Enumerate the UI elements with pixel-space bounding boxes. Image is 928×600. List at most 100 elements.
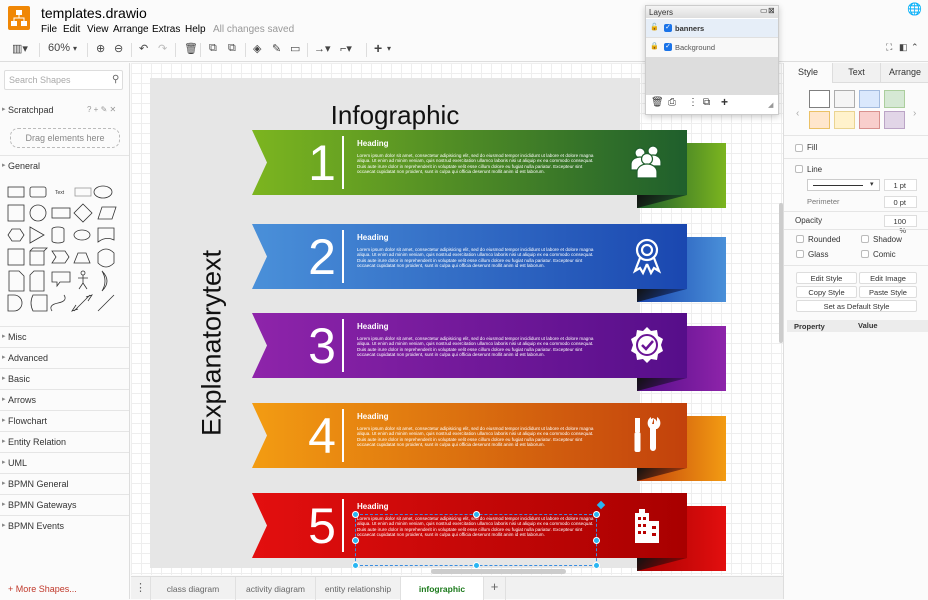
banner-heading[interactable]: Heading bbox=[357, 502, 389, 511]
banner-text[interactable]: Lorem ipsum dolor sit amet, consectetur … bbox=[357, 336, 597, 358]
banner-body[interactable]: 4 Heading Lorem ipsum dolor sit amet, cons… bbox=[252, 403, 687, 468]
sidebar-section-bpmn-events[interactable]: BPMN Events bbox=[0, 515, 129, 536]
format-panel-toggle-icon[interactable]: ▥▾ bbox=[12, 42, 28, 55]
shadow-checkbox[interactable] bbox=[861, 235, 869, 243]
rounded-checkbox[interactable] bbox=[796, 235, 804, 243]
to-front-icon[interactable]: ⧉ bbox=[209, 42, 217, 55]
color-swatch[interactable] bbox=[809, 90, 830, 108]
sidebar-section-uml[interactable]: UML bbox=[0, 452, 129, 473]
delete-layer-icon[interactable]: 🗑 bbox=[651, 97, 664, 108]
banner-body[interactable]: 1 Heading Lorem ipsum dolor sit amet, cons… bbox=[252, 130, 687, 195]
add-layer-icon[interactable]: + bbox=[721, 95, 728, 109]
resize-handle[interactable] bbox=[593, 511, 600, 518]
shadow-icon[interactable]: ▭ bbox=[290, 42, 300, 55]
insert-plus-icon[interactable]: + bbox=[374, 40, 382, 56]
collapse-icon[interactable]: ⌃ bbox=[911, 42, 919, 53]
scratchpad-drop-zone[interactable]: Drag elements here bbox=[10, 128, 120, 148]
delete-icon[interactable]: 🗑 bbox=[184, 42, 198, 55]
redo-icon[interactable]: ↷ bbox=[158, 42, 167, 55]
move-selection-icon[interactable]: ⎙ bbox=[668, 97, 676, 108]
fill-color-icon[interactable]: ◈ bbox=[253, 42, 261, 55]
menu-file[interactable]: File bbox=[41, 24, 57, 35]
tab-text[interactable]: Text bbox=[833, 63, 881, 83]
explanatory-text[interactable]: Explanatorytext bbox=[197, 250, 228, 436]
banner-body[interactable]: 2 Heading Lorem ipsum dolor sit amet, cons… bbox=[252, 224, 687, 289]
search-shapes-input[interactable]: Search Shapes bbox=[4, 70, 123, 90]
selection-box[interactable] bbox=[352, 500, 606, 569]
infographic-title[interactable]: Infographic bbox=[150, 100, 640, 131]
unlock-icon[interactable]: 🔓 bbox=[650, 23, 659, 31]
tab-arrange[interactable]: Arrange bbox=[881, 63, 928, 83]
color-swatch[interactable] bbox=[834, 111, 855, 129]
color-swatch[interactable] bbox=[809, 111, 830, 129]
glass-checkbox[interactable] bbox=[796, 250, 804, 258]
banner-body[interactable]: 3 Heading Lorem ipsum dolor sit amet, cons… bbox=[252, 313, 687, 378]
banner-4[interactable]: 4 Heading Lorem ipsum dolor sit amet, cons… bbox=[252, 403, 732, 481]
layer-row-banners[interactable]: 🔓 ✓ banners bbox=[646, 19, 778, 38]
banner-1[interactable]: 1 Heading Lorem ipsum dolor sit amet, cons… bbox=[252, 130, 732, 208]
perimeter-input[interactable]: 0 pt bbox=[884, 196, 917, 208]
banner-heading[interactable]: Heading bbox=[357, 412, 389, 421]
color-swatch[interactable] bbox=[834, 90, 855, 108]
menu-edit[interactable]: Edit bbox=[63, 24, 80, 35]
visible-checkbox[interactable]: ✓ bbox=[664, 43, 672, 51]
color-swatch[interactable] bbox=[884, 90, 905, 108]
color-swatch[interactable] bbox=[859, 90, 880, 108]
sidebar-section-arrows[interactable]: Arrows bbox=[0, 389, 129, 410]
comic-checkbox[interactable] bbox=[861, 250, 869, 258]
chevron-left-icon[interactable]: ‹ bbox=[796, 108, 799, 119]
menu-extras[interactable]: Extras bbox=[152, 24, 180, 35]
resize-handle[interactable] bbox=[593, 537, 600, 544]
fullscreen-icon[interactable]: ⛶ bbox=[886, 42, 892, 53]
menu-help[interactable]: Help bbox=[185, 24, 206, 35]
search-icon[interactable]: ⚲ bbox=[112, 74, 119, 85]
sidebar-section-misc[interactable]: Misc bbox=[0, 326, 129, 347]
banner-text[interactable]: Lorem ipsum dolor sit amet, consectetur … bbox=[357, 426, 597, 448]
banner-text[interactable]: Lorem ipsum dolor sit amet, consectetur … bbox=[357, 153, 597, 175]
scratchpad-actions[interactable]: ? + ✎ ✕ bbox=[87, 105, 116, 114]
sidebar-section-basic[interactable]: Basic bbox=[0, 368, 129, 389]
to-back-icon[interactable]: ⧉ bbox=[228, 42, 236, 55]
resize-handle[interactable] bbox=[352, 511, 359, 518]
line-color-icon[interactable]: ✎ bbox=[272, 42, 281, 55]
more-options-icon[interactable]: ⋮ bbox=[688, 97, 698, 108]
close-icon[interactable]: ⊠ bbox=[768, 6, 775, 15]
file-title[interactable]: templates.drawio bbox=[41, 5, 147, 21]
lock-icon[interactable]: 🔒 bbox=[650, 42, 659, 50]
zoom-select[interactable]: 60% bbox=[48, 42, 70, 54]
layers-title[interactable]: Layers bbox=[646, 6, 778, 18]
banner-text[interactable]: Lorem ipsum dolor sit amet, consectetur … bbox=[357, 247, 597, 269]
page-tab-entity-relationship[interactable]: entity relationship bbox=[316, 577, 401, 600]
resize-handle[interactable] bbox=[593, 562, 600, 569]
undo-icon[interactable]: ↶ bbox=[139, 42, 148, 55]
layer-row-background[interactable]: 🔒 ✓ Background bbox=[646, 38, 778, 57]
add-page-icon[interactable]: + bbox=[484, 577, 506, 600]
opacity-input[interactable]: 100 % bbox=[884, 215, 917, 235]
color-swatch[interactable] bbox=[884, 111, 905, 129]
banner-heading[interactable]: Heading bbox=[357, 233, 389, 242]
minimize-icon[interactable]: ▭ bbox=[760, 6, 768, 15]
banner-2[interactable]: 2 Heading Lorem ipsum dolor sit amet, cons… bbox=[252, 224, 732, 302]
resize-handle[interactable] bbox=[352, 537, 359, 544]
duplicate-layer-icon[interactable]: ⧉ bbox=[703, 97, 710, 108]
banner-heading[interactable]: Heading bbox=[357, 322, 389, 331]
tab-style[interactable]: Style bbox=[784, 63, 833, 83]
resize-handle[interactable] bbox=[473, 511, 480, 518]
chevron-down-icon[interactable]: ▾ bbox=[387, 44, 391, 53]
resize-grip-icon[interactable]: ◢ bbox=[768, 101, 773, 109]
waypoints-icon[interactable]: ⌐▾ bbox=[340, 42, 352, 55]
copy-style-button[interactable]: Copy Style bbox=[796, 286, 857, 298]
sidebar-section-entity-relation[interactable]: Entity Relation bbox=[0, 431, 129, 452]
line-width-input[interactable]: 1 pt bbox=[884, 179, 917, 191]
line-checkbox[interactable] bbox=[795, 165, 803, 173]
zoom-out-icon[interactable]: ⊖ bbox=[114, 42, 123, 55]
more-shapes-button[interactable]: + More Shapes... bbox=[8, 584, 77, 594]
visible-checkbox[interactable]: ✓ bbox=[664, 24, 672, 32]
sidebar-section-bpmn-gateways[interactable]: BPMN Gateways bbox=[0, 494, 129, 515]
general-shapes-palette[interactable]: Text bbox=[6, 183, 121, 323]
menu-view[interactable]: View bbox=[87, 24, 109, 35]
page-tab-infographic[interactable]: infographic bbox=[401, 577, 484, 600]
sidebar-section-flowchart[interactable]: Flowchart bbox=[0, 410, 129, 431]
zoom-in-icon[interactable]: ⊕ bbox=[96, 42, 105, 55]
menu-arrange[interactable]: Arrange bbox=[113, 24, 149, 35]
